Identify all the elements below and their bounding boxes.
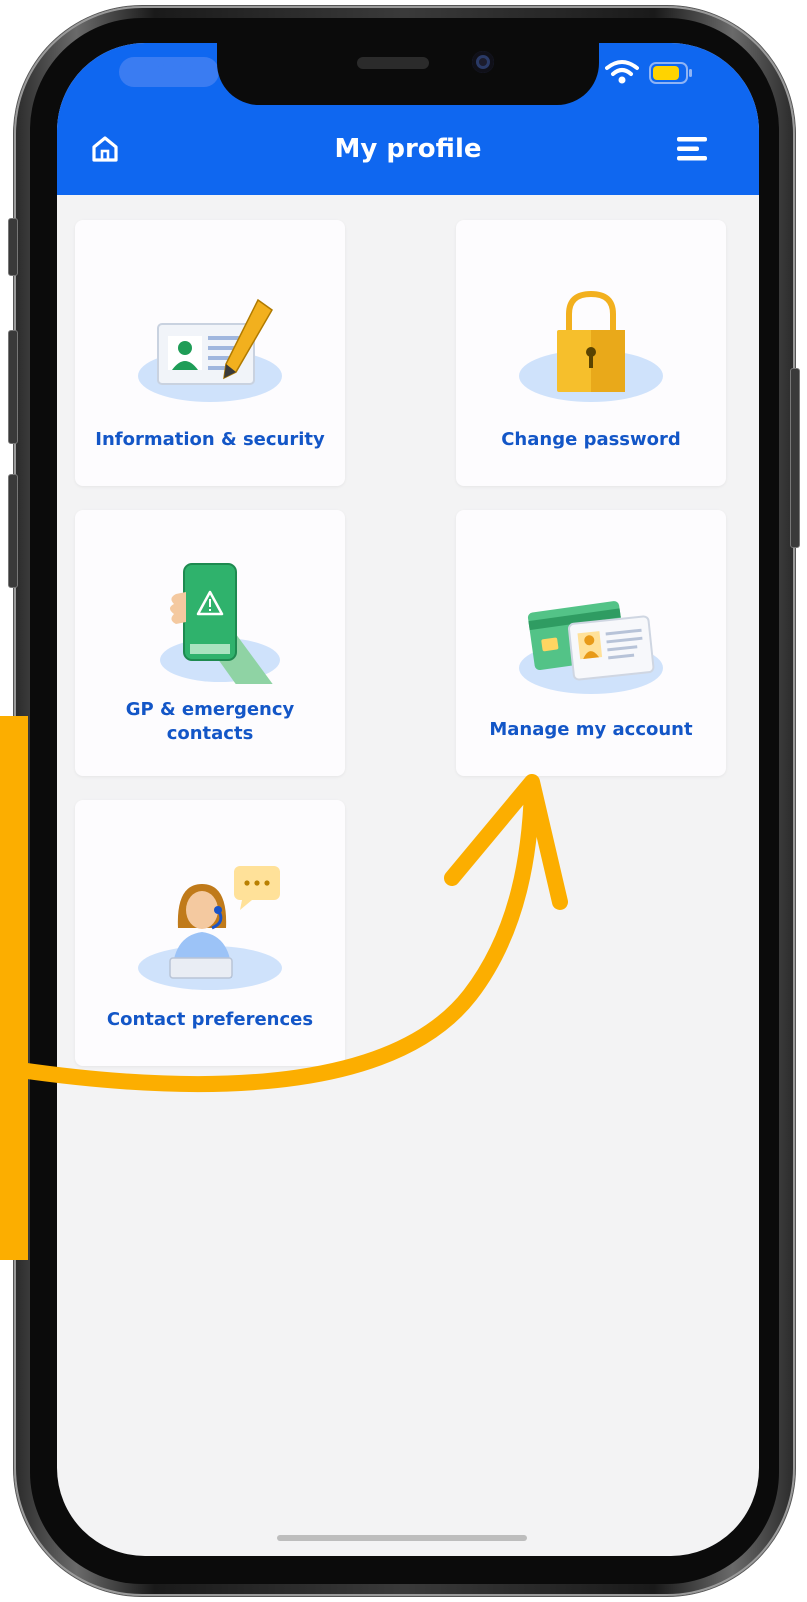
wifi-icon (605, 60, 639, 84)
tile-label: GP & emergency contacts (125, 699, 295, 744)
cards-icon (519, 601, 663, 694)
tile-label: Change password (501, 429, 681, 450)
padlock-icon (519, 290, 663, 402)
tile-contact-preferences[interactable]: Contact preferences (75, 800, 345, 1066)
tile-information-security[interactable]: Information & security (75, 220, 345, 486)
tile-label: Manage my account (489, 719, 693, 740)
id-card-pen-icon (138, 298, 282, 402)
menu-icon[interactable] (675, 135, 709, 163)
app-header: 16:22 My profile (57, 43, 759, 195)
status-time: 16:22 (119, 57, 219, 87)
tile-manage-my-account[interactable]: Manage my account (456, 510, 726, 776)
callout-bar (0, 716, 28, 1260)
battery-icon (649, 62, 692, 84)
phone-screen: 16:22 My profile Information & security … (57, 43, 759, 1556)
tile-label: Contact preferences (106, 1009, 314, 1030)
phone-alert-icon (160, 563, 280, 684)
page-title: My profile (334, 134, 482, 164)
speaker-grille (357, 57, 429, 69)
tile-change-password[interactable]: Change password (456, 220, 726, 486)
mute-switch (8, 218, 18, 276)
volume-down-button (8, 474, 18, 588)
tile-label: Information & security (95, 429, 325, 450)
home-indicator (277, 1535, 527, 1541)
notch (217, 43, 599, 105)
support-agent-icon (138, 866, 282, 990)
tile-gp-emergency-contacts[interactable]: GP & emergency contacts (75, 510, 345, 776)
volume-up-button (8, 330, 18, 444)
front-camera (472, 51, 494, 73)
power-button (790, 368, 800, 548)
stage: 16:22 My profile Information & security … (0, 0, 807, 1602)
